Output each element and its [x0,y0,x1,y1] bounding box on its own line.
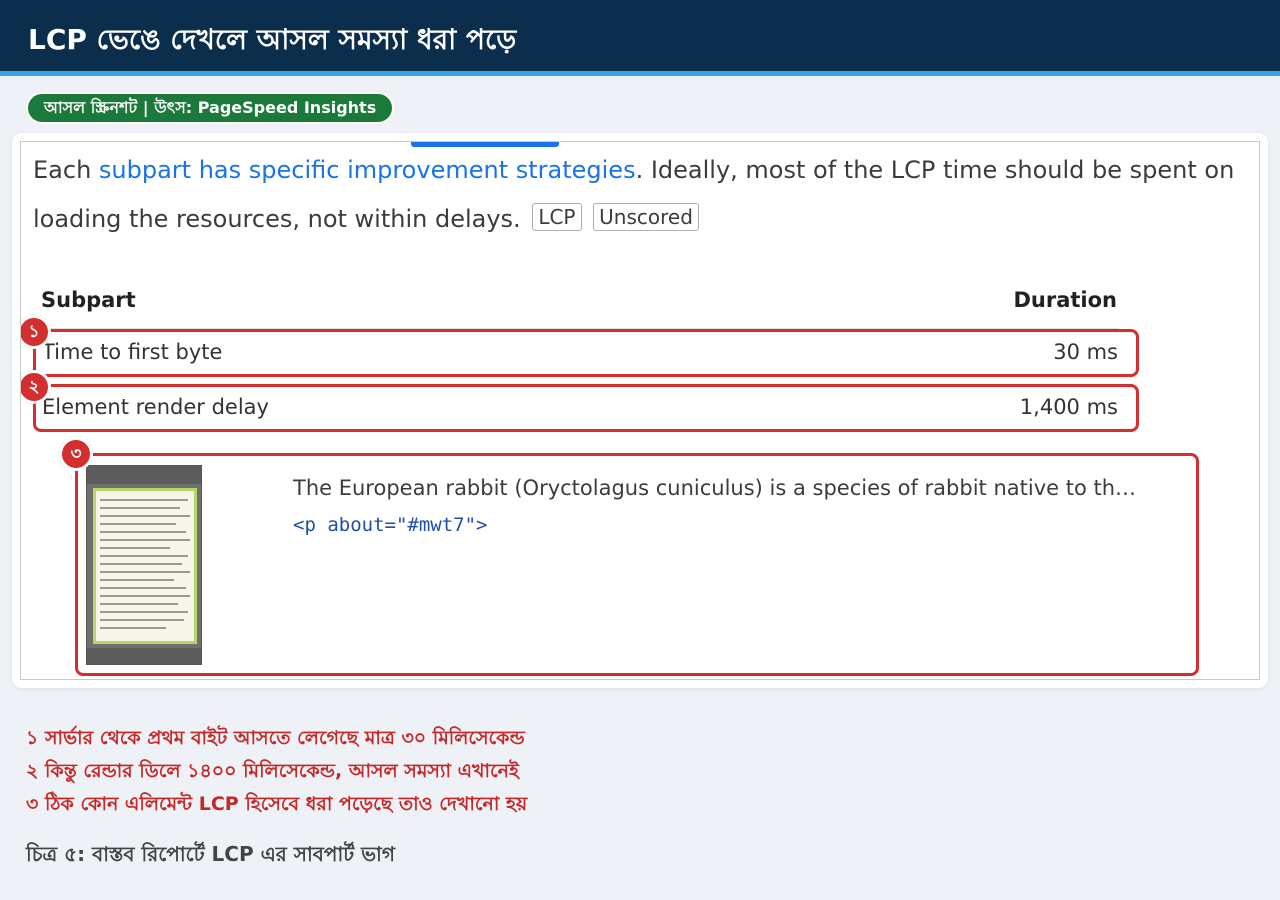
page-thumbnail-image [86,465,202,665]
lcp-element-snippet: The European rabbit (Oryctolagus cunicul… [293,476,1137,500]
thumbnail-text-line [100,555,188,557]
duration-value: 30 ms [1053,340,1118,364]
thumbnail-text-line [100,595,190,597]
callout-note-3: ৩ ঠিক কোন এলিমেন্ট LCP হিসেবে ধরা পড়েছে… [26,793,528,815]
thumbnail-text-line [100,627,166,629]
page-title: LCP ভেঙে দেখলে আসল সমস্যা ধরা পড়ে [28,23,517,56]
thumbnail-footer [87,648,201,664]
thumbnail-header [87,466,201,484]
lcp-subpart-screenshot: Each subpart has specific improvement st… [20,141,1260,680]
thumbnail-text-line [100,507,180,509]
thumbnail-text-line [100,603,178,605]
thumbnail-text-line [100,539,190,541]
unscored-chip: Unscored [593,203,699,231]
lcp-element-preview: The European rabbit (Oryctolagus cunicul… [75,453,1199,676]
header-bar: LCP ভেঙে দেখলে আসল সমস্যা ধরা পড়ে [0,0,1280,76]
source-badge: আসল স্ক্রিনশট | উৎস: PageSpeed Insights [26,92,395,124]
subpart-label: Element render delay [42,395,269,419]
screenshot-card: Each subpart has specific improvement st… [12,133,1268,688]
thumbnail-text-line [100,587,186,589]
lcp-chip: LCP [532,203,582,231]
thumbnail-highlighted-element [93,488,197,644]
thumbnail-text-line [100,571,190,573]
thumbnail-text-line [100,523,176,525]
duration-column-header: Duration [1013,288,1117,312]
subpart-column-header: Subpart [41,288,136,312]
thumbnail-text-line [100,547,170,549]
thumbnail-text-line [100,499,188,501]
thumbnail-text-line [100,579,174,581]
lcp-description: Each subpart has specific improvement st… [33,146,1243,244]
table-row-time-to-first-byte: Time to first byte 30 ms [33,329,1139,377]
table-row-element-render-delay: Element render delay 1,400 ms [33,384,1139,432]
improvement-strategies-link[interactable]: subpart has specific improvement strateg… [99,156,636,184]
thumbnail-text-line [100,619,184,621]
subpart-label: Time to first byte [42,340,223,364]
callout-marker-3: ৩ [59,437,93,471]
thumbnail-text-line [100,531,186,533]
figure-caption: চিত্র ৫: বাস্তব রিপোর্টে LCP এর সাবপার্ট… [26,842,395,866]
duration-value: 1,400 ms [1019,395,1118,419]
thumbnail-text-line [100,515,190,517]
description-prefix: Each [33,156,99,184]
callout-note-2: ২ কিন্তু রেন্ডার ডিলে ১৪০০ মিলিসেকেন্ড, … [26,760,519,782]
lcp-element-selector: <p about="#mwt7"> [293,514,488,536]
callout-note-1: ১ সার্ভার থেকে প্রথম বাইট আসতে লেগেছে মা… [26,727,525,749]
thumbnail-text-line [100,563,182,565]
thumbnail-text-line [100,611,188,613]
callout-notes: ১ সার্ভার থেকে প্রথম বাইট আসতে লেগেছে মা… [26,722,527,821]
